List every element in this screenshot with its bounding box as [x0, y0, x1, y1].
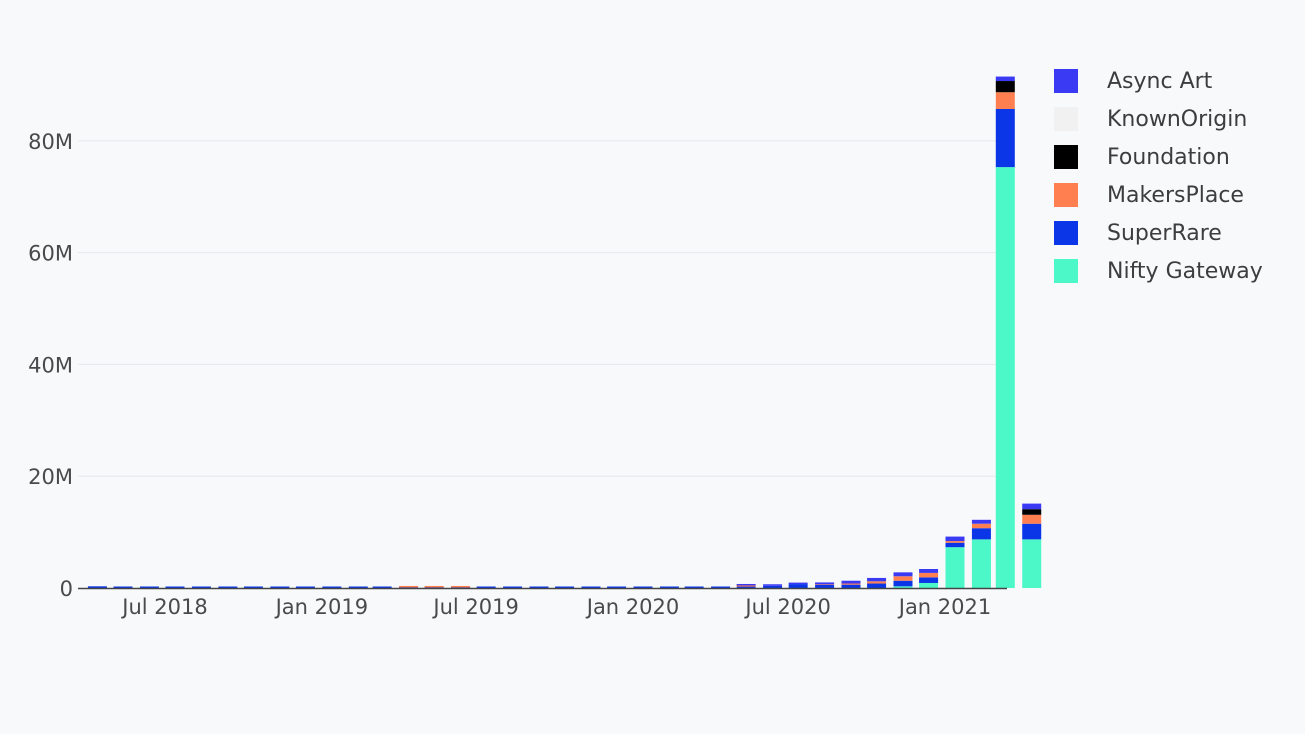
bar-segment-async-art[interactable]: [971, 519, 991, 524]
bar-segment-nifty-gateway[interactable]: [995, 167, 1015, 589]
y-tick-label: 40M: [28, 353, 73, 377]
bar-segment-makersplace[interactable]: [867, 581, 887, 584]
bar-segment-async-art[interactable]: [995, 76, 1015, 82]
legend-swatch: [1054, 259, 1078, 283]
bar-segment-superrare[interactable]: [945, 542, 965, 548]
legend-swatch: [1054, 69, 1078, 93]
bar-segment-async-art[interactable]: [788, 582, 808, 585]
bar-segment-makersplace[interactable]: [919, 572, 939, 578]
bar-segment-makersplace[interactable]: [971, 523, 991, 529]
bar-segment-makersplace[interactable]: [424, 585, 444, 588]
legend-swatch: [1054, 145, 1078, 169]
bar-segment-superrare[interactable]: [995, 108, 1015, 168]
bar-segment-nifty-gateway[interactable]: [971, 539, 991, 588]
bar-segment-async-art[interactable]: [1022, 503, 1042, 510]
legend-swatch: [1054, 107, 1078, 131]
stacked-bar-chart: 0 20M 40M 60M 80M Jul 2018 Jan 2019 Jul 2019 Ja…: [0, 0, 1305, 734]
bar-segment-nifty-gateway[interactable]: [1022, 539, 1042, 588]
bar-segment-makersplace[interactable]: [945, 541, 965, 543]
bar-segment-makersplace[interactable]: [893, 576, 913, 581]
gridlines: [78, 140, 1007, 477]
bar-segment-async-art[interactable]: [919, 568, 939, 573]
legend-item[interactable]: Async Art: [1054, 62, 1263, 100]
legend-swatch: [1054, 221, 1078, 245]
bar-segment-superrare[interactable]: [919, 577, 939, 583]
bar-segment-superrare[interactable]: [893, 580, 913, 587]
bar-segment-async-art[interactable]: [736, 583, 756, 586]
bar-segment-nifty-gateway[interactable]: [893, 586, 913, 588]
bar-segment-foundation[interactable]: [995, 81, 1015, 93]
legend-label: KnownOrigin: [1107, 106, 1248, 132]
bar-segment-superrare[interactable]: [971, 528, 991, 540]
legend-swatch: [1054, 183, 1078, 207]
legend-item[interactable]: KnownOrigin: [1054, 100, 1263, 138]
legend-label: MakersPlace: [1107, 182, 1244, 208]
bar-segment-makersplace[interactable]: [1022, 514, 1042, 524]
y-axis-tick-labels: 0 20M 40M 60M 80M: [28, 130, 73, 601]
bar-segment-async-art[interactable]: [945, 536, 965, 542]
legend-label: SuperRare: [1107, 220, 1222, 246]
y-tick-label: 80M: [28, 130, 73, 154]
bar-segment-makersplace[interactable]: [451, 585, 471, 588]
legend-item[interactable]: MakersPlace: [1054, 176, 1263, 214]
x-tick-label: Jan 2020: [585, 595, 680, 619]
legend-item[interactable]: Foundation: [1054, 138, 1263, 176]
bar-segment-superrare[interactable]: [1022, 523, 1042, 540]
y-tick-label: 20M: [28, 465, 73, 489]
bar-segment-makersplace[interactable]: [399, 585, 419, 588]
bar-segment-nifty-gateway[interactable]: [945, 547, 965, 588]
y-tick-label: 60M: [28, 242, 73, 266]
bar-segment-makersplace[interactable]: [995, 92, 1015, 109]
bar-segment-superrare[interactable]: [841, 584, 861, 588]
x-tick-label: Jul 2018: [120, 595, 207, 619]
x-axis-tick-labels: Jul 2018 Jan 2019 Jul 2019 Jan 2020 Jul 2020…: [120, 595, 991, 619]
bar-segment-superrare[interactable]: [788, 584, 808, 588]
bar-segment-async-art[interactable]: [815, 582, 835, 585]
x-tick-label: Jul 2020: [743, 595, 830, 619]
x-tick-label: Jan 2021: [897, 595, 992, 619]
x-tick-label: Jan 2019: [274, 595, 369, 619]
bar-segment-async-art[interactable]: [893, 572, 913, 577]
bar-segment-superrare[interactable]: [763, 585, 783, 588]
legend-item[interactable]: Nifty Gateway: [1054, 252, 1263, 290]
legend-label: Nifty Gateway: [1107, 258, 1263, 284]
bar-segment-async-art[interactable]: [841, 580, 861, 584]
bar-segment-superrare[interactable]: [867, 583, 887, 588]
y-tick-label: 0: [60, 577, 73, 601]
bar-segment-async-art[interactable]: [763, 584, 783, 586]
legend-item[interactable]: SuperRare: [1054, 214, 1263, 252]
bar-segment-async-art[interactable]: [867, 577, 887, 582]
bar-segment-superrare[interactable]: [87, 586, 107, 588]
bar-segment-nifty-gateway[interactable]: [919, 582, 939, 588]
legend-label: Async Art: [1107, 68, 1213, 94]
bar-segment-superrare[interactable]: [815, 584, 835, 588]
legend-label: Foundation: [1107, 144, 1230, 170]
bars: [87, 76, 1042, 589]
legend[interactable]: Async Art KnownOrigin Foundation MakersPlac…: [1054, 62, 1263, 290]
x-tick-label: Jul 2019: [431, 595, 518, 619]
bar-segment-foundation[interactable]: [1022, 509, 1042, 515]
